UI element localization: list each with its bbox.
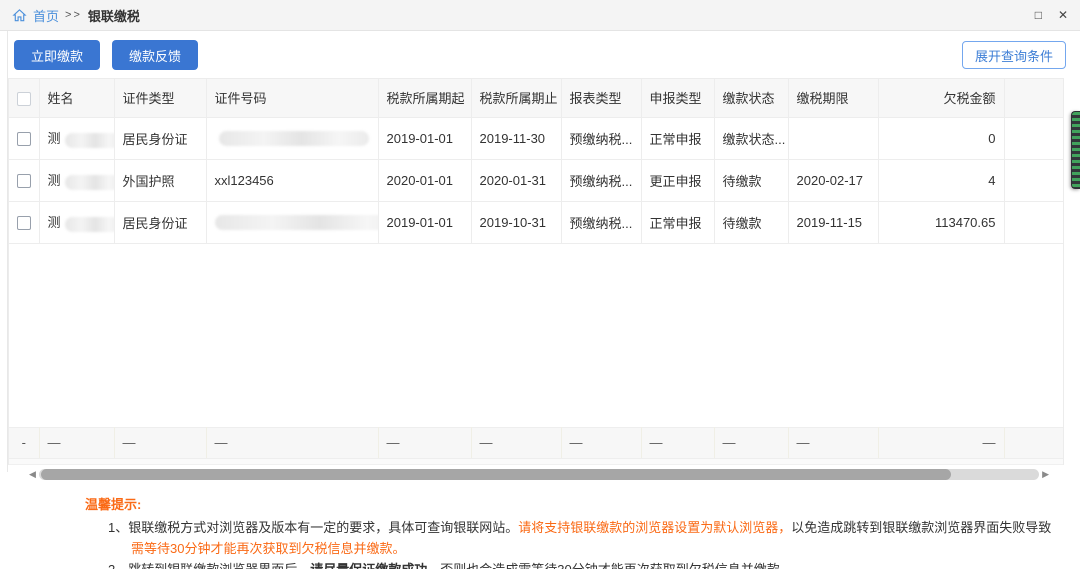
cell-id-number [206,201,378,243]
breadcrumb-bar: 首页 >> 银联缴税 □ ✕ [0,0,1080,31]
cell-report-type: 预缴纳税... [561,159,641,201]
cell-id-type: 居民身份证 [114,201,206,243]
row-checkbox[interactable] [17,132,31,146]
table-bottom-strip [9,458,1063,464]
breadcrumb-current: 银联缴税 [88,6,140,25]
cell-period-start: 2019-01-01 [378,201,471,243]
breadcrumb-separator: >> [65,9,82,21]
tip-item-1: 1、银联缴税方式对浏览器及版本有一定的要求，具体可查询银联网站。请将支持银联缴款… [85,517,1060,538]
cell-id-number: xxl123456 [206,159,378,201]
col-name: 姓名 [39,79,114,117]
cell-period-end: 2019-11-30 [471,117,561,159]
horizontal-scrollbar: ◀ ▶ [26,468,1052,481]
tax-table: 姓名 证件类型 证件号码 税款所属期起 税款所属期止 报表类型 申报类型 缴款状… [8,78,1064,465]
maximize-icon[interactable]: □ [1035,9,1042,21]
cell-name: 测 [39,159,114,201]
toolbar: 立即缴款 缴款反馈 展开查询条件 [0,31,1080,78]
table-row: 测 居民身份证 2019-01-01 2019-11-30 预缴纳税... 正常… [9,117,1063,159]
cell-pay-status: 待缴款 [714,159,788,201]
empty-table-area [9,243,1063,427]
scrollbar-track[interactable] [39,469,1039,480]
page-left-edge-line [7,31,8,472]
tips-section: 温馨提示: 1、银联缴税方式对浏览器及版本有一定的要求，具体可查询银联网站。请将… [0,481,1080,569]
col-extra [1004,79,1063,117]
table-header-row: 姓名 证件类型 证件号码 税款所属期起 税款所属期止 报表类型 申报类型 缴款状… [9,79,1063,117]
col-period-end: 税款所属期止 [471,79,561,117]
scroll-right-icon[interactable]: ▶ [1039,470,1052,479]
close-icon[interactable]: ✕ [1058,9,1068,21]
scroll-left-icon[interactable]: ◀ [26,470,39,479]
cell-declare-type: 正常申报 [641,117,714,159]
col-report-type: 报表类型 [561,79,641,117]
tip-item-1-continuation: 需等待30分钟才能再次获取到欠税信息并缴款。 [85,538,1060,559]
col-declare-type: 申报类型 [641,79,714,117]
cell-id-type: 居民身份证 [114,117,206,159]
redacted-id-number [215,215,379,230]
redacted-name [65,133,114,148]
cell-period-end: 2019-10-31 [471,201,561,243]
redacted-id-number [219,131,369,146]
col-pay-status: 缴款状态 [714,79,788,117]
row-checkbox[interactable] [17,216,31,230]
cell-amount: 4 [878,159,1004,201]
pay-now-button[interactable]: 立即缴款 [14,40,100,70]
tips-title: 温馨提示: [85,494,1060,515]
cell-period-start: 2020-01-01 [378,159,471,201]
cell-declare-type: 正常申报 [641,201,714,243]
cell-id-number [206,117,378,159]
col-id-type: 证件类型 [114,79,206,117]
expand-query-button[interactable]: 展开查询条件 [962,41,1066,69]
scrollbar-thumb[interactable] [41,469,951,480]
cell-period-end: 2020-01-31 [471,159,561,201]
cell-name: 测 [39,201,114,243]
select-all-checkbox[interactable] [17,92,31,106]
breadcrumb-home-link[interactable]: 首页 [33,6,59,25]
col-id-number: 证件号码 [206,79,378,117]
table-row: 测 居民身份证 2019-01-01 2019-10-31 预缴纳税... 正常… [9,201,1063,243]
cell-deadline: 2020-02-17 [788,159,878,201]
side-panel-handle[interactable] [1071,111,1080,189]
tip-item-2: 2、跳转到银联缴款浏览器界面后，请尽量保证缴款成功，否则也会造成需等待30分钟才… [85,559,1060,569]
cell-amount: 113470.65 [878,201,1004,243]
cell-deadline [788,117,878,159]
home-icon[interactable] [12,8,27,23]
cell-report-type: 预缴纳税... [561,117,641,159]
cell-period-start: 2019-01-01 [378,117,471,159]
cell-deadline: 2019-11-15 [788,201,878,243]
cell-declare-type: 更正申报 [641,159,714,201]
redacted-name [65,217,114,232]
row-checkbox[interactable] [17,174,31,188]
col-amount: 欠税金额 [878,79,1004,117]
redacted-name [65,175,114,190]
cell-id-type: 外国护照 [114,159,206,201]
cell-amount: 0 [878,117,1004,159]
col-deadline: 缴税期限 [788,79,878,117]
cell-pay-status: 缴款状态... [714,117,788,159]
payment-feedback-button[interactable]: 缴款反馈 [112,40,198,70]
col-period-start: 税款所属期起 [378,79,471,117]
cell-pay-status: 待缴款 [714,201,788,243]
table-row: 测 外国护照 xxl123456 2020-01-01 2020-01-31 预… [9,159,1063,201]
summary-row: - — — — — — — — — — — [9,427,1063,458]
cell-name: 测 [39,117,114,159]
cell-report-type: 预缴纳税... [561,201,641,243]
